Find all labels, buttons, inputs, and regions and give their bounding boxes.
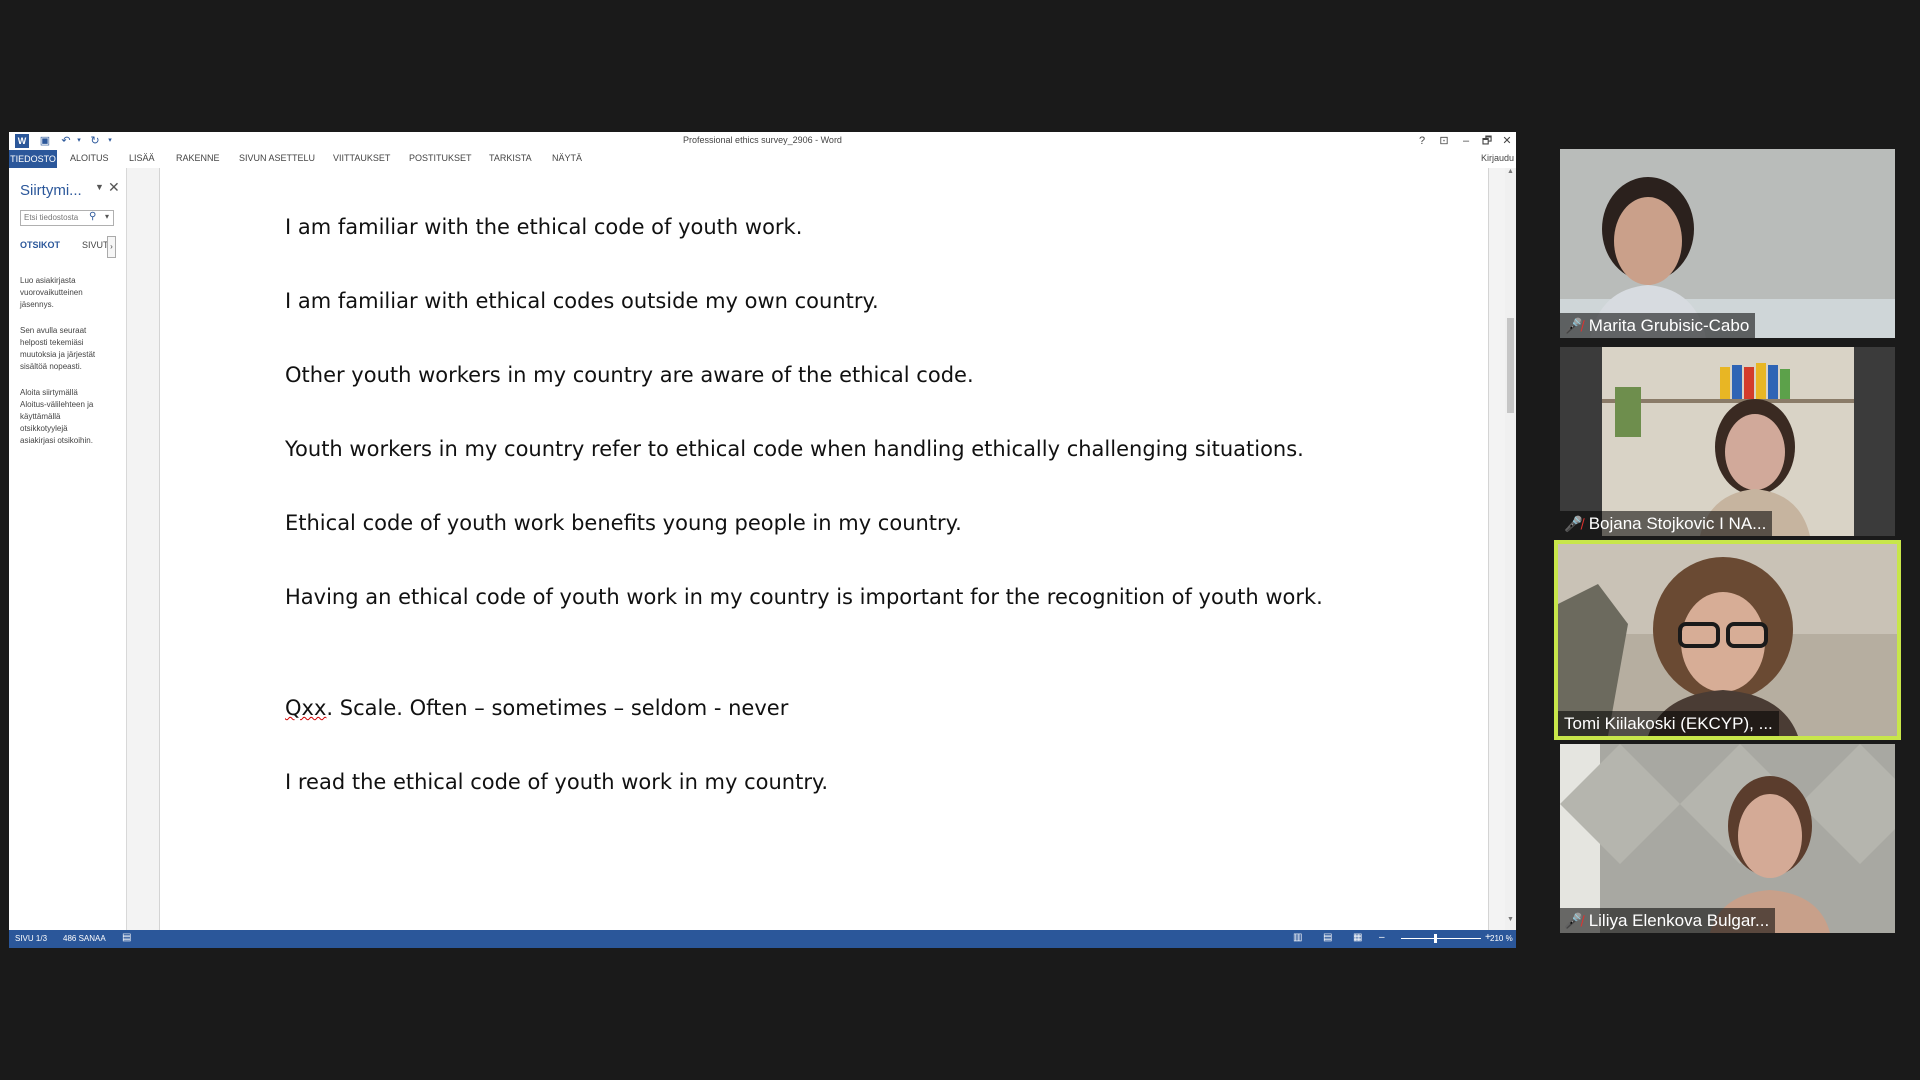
participant-name: Marita Grubisic-Cabo — [1588, 316, 1750, 335]
nav-help-text-2: Sen avulla seuraat helposti tekemiäsi mu… — [20, 325, 120, 373]
word-count[interactable]: 486 SANAA — [63, 934, 106, 943]
page-count[interactable]: SIVU 1/3 — [15, 934, 47, 943]
participant-tile[interactable]: 🎤̸ Marita Grubisic-Cabo — [1560, 149, 1895, 338]
nav-help-line: Luo asiakirjasta — [20, 276, 76, 285]
search-icon[interactable]: ⚲ — [89, 211, 96, 222]
doc-line[interactable]: Other youth workers in my country are aw… — [285, 363, 974, 387]
document-area: I am familiar with the ethical code of y… — [127, 168, 1516, 930]
zoom-out-icon[interactable]: – — [1379, 932, 1385, 943]
nav-help-line: muutoksia ja järjestät — [20, 350, 96, 359]
vertical-scrollbar[interactable]: ▲ ▼ — [1505, 168, 1516, 930]
close-button[interactable]: ✕ — [1496, 133, 1518, 149]
help-button[interactable]: ? — [1411, 133, 1433, 149]
web-layout-icon[interactable]: ▦ — [1353, 932, 1362, 943]
nav-help-line: otsikkotyylejä — [20, 424, 68, 433]
nav-help-line: jäsennys. — [20, 300, 54, 309]
scroll-down-icon[interactable]: ▼ — [1505, 916, 1516, 928]
navigation-pane: Siirtymi... ▼ ✕ Etsi tiedostosta ⚲ ▾ OTS… — [9, 168, 127, 930]
participant-name: Bojana Stojkovic I NA... — [1588, 514, 1767, 533]
tab-review[interactable]: TARKISTA — [489, 153, 532, 163]
restore-button[interactable]: 🗗 — [1476, 133, 1498, 149]
spelling-error-word[interactable]: Qxx — [285, 696, 326, 720]
nav-tab-headings[interactable]: OTSIKOT — [20, 240, 60, 250]
ribbon-tabs: TIEDOSTO ALOITUS LISÄÄ RAKENNE SIVUN ASE… — [9, 150, 1516, 168]
nav-tab-pages[interactable]: SIVUT — [82, 240, 109, 250]
participant-name-plate: 🎤̸ Marita Grubisic-Cabo — [1560, 313, 1756, 338]
participant-video — [1560, 347, 1895, 536]
status-bar: SIVU 1/3 486 SANAA ▤ ▥ ▤ ▦ – + 210 % — [9, 930, 1516, 948]
scroll-up-icon[interactable]: ▲ — [1505, 168, 1516, 180]
participant-video — [1560, 744, 1895, 933]
nav-help-line: käyttämällä — [20, 412, 61, 421]
nav-help-text-3: Aloita siirtymällä Aloitus-välilehteen j… — [20, 387, 120, 447]
zoom-level[interactable]: 210 % — [1490, 934, 1513, 943]
muted-mic-icon: 🎤̸ — [1564, 516, 1583, 533]
chevron-right-icon[interactable]: › — [107, 236, 116, 258]
doc-line[interactable]: I read the ethical code of youth work in… — [285, 770, 828, 794]
participant-tile[interactable]: 🎤̸ Liliya Elenkova Bulgar... — [1560, 744, 1895, 933]
participant-name: Liliya Elenkova Bulgar... — [1588, 911, 1770, 930]
tab-layout[interactable]: SIVUN ASETTELU — [239, 153, 315, 163]
tab-mailings[interactable]: POSTITUKSET — [409, 153, 472, 163]
doc-line[interactable]: Ethical code of youth work benefits youn… — [285, 511, 962, 535]
title-bar: W ▣ ↶ ▾ ↻ ▾ Professional ethics survey_2… — [9, 132, 1516, 150]
close-icon[interactable]: ✕ — [108, 179, 120, 196]
nav-help-line: sisältöä nopeasti. — [20, 362, 82, 371]
muted-mic-icon: 🎤̸ — [1564, 913, 1583, 930]
question-text: . Scale. Often – sometimes – seldom - ne… — [326, 696, 789, 720]
muted-mic-icon: 🎤̸ — [1564, 318, 1583, 335]
print-layout-icon[interactable]: ▤ — [1323, 932, 1332, 943]
tab-view[interactable]: NÄYTÄ — [552, 153, 582, 163]
participant-name-plate: 🎤̸ Liliya Elenkova Bulgar... — [1560, 908, 1776, 933]
zoom-slider[interactable] — [1401, 938, 1481, 939]
chevron-down-icon[interactable]: ▾ — [105, 212, 109, 221]
nav-help-line: Aloita siirtymällä — [20, 388, 78, 397]
nav-help-line: Aloitus-välilehteen ja — [20, 400, 94, 409]
search-placeholder: Etsi tiedostosta — [24, 213, 79, 222]
sign-in-link[interactable]: Kirjaudu — [1481, 153, 1514, 163]
tab-references[interactable]: VIITTAUKSET — [333, 153, 390, 163]
nav-search-input[interactable]: Etsi tiedostosta ⚲ ▾ — [20, 210, 114, 226]
scrollbar-thumb[interactable] — [1507, 318, 1514, 413]
participant-tile[interactable]: 🎤̸ Bojana Stojkovic I NA... — [1560, 347, 1895, 536]
nav-pane-title: Siirtymi... — [20, 182, 82, 199]
participant-name: Tomi Kiilakoski (EKCYP), ... — [1564, 714, 1773, 733]
nav-help-line: vuorovaikutteinen — [20, 288, 83, 297]
nav-help-text-1: Luo asiakirjasta vuorovaikutteinen jäsen… — [20, 275, 120, 311]
zoom-slider-thumb[interactable] — [1433, 934, 1437, 943]
nav-help-line: helposti tekemiäsi — [20, 338, 84, 347]
tab-file[interactable]: TIEDOSTO — [9, 150, 57, 168]
participant-name-plate: 🎤̸ Bojana Stojkovic I NA... — [1560, 511, 1773, 536]
proofing-icon[interactable]: ▤ — [122, 932, 131, 943]
participant-tile-active-speaker[interactable]: Tomi Kiilakoski (EKCYP), ... — [1554, 540, 1901, 740]
nav-options-icon[interactable]: ▼ — [95, 182, 104, 192]
ribbon-display-button[interactable]: ⊡ — [1433, 133, 1455, 149]
participant-name-plate: Tomi Kiilakoski (EKCYP), ... — [1558, 711, 1779, 736]
doc-line[interactable]: I am familiar with ethical codes outside… — [285, 289, 879, 313]
doc-line[interactable]: Youth workers in my country refer to eth… — [285, 437, 1304, 461]
word-window: W ▣ ↶ ▾ ↻ ▾ Professional ethics survey_2… — [9, 132, 1516, 948]
minimize-button[interactable]: – — [1455, 133, 1477, 149]
participant-video — [1560, 149, 1895, 338]
read-mode-icon[interactable]: ▥ — [1293, 932, 1302, 943]
participant-video — [1558, 544, 1897, 736]
nav-help-line: asiakirjasi otsikoihin. — [20, 436, 93, 445]
document-title: Professional ethics survey_2906 - Word — [683, 135, 842, 145]
tab-design[interactable]: RAKENNE — [176, 153, 220, 163]
tab-insert[interactable]: LISÄÄ — [129, 153, 155, 163]
nav-help-line: Sen avulla seuraat — [20, 326, 87, 335]
doc-line[interactable]: I am familiar with the ethical code of y… — [285, 215, 802, 239]
document-page[interactable]: I am familiar with the ethical code of y… — [159, 168, 1489, 930]
tab-home[interactable]: ALOITUS — [70, 153, 109, 163]
doc-question-line[interactable]: Qxx. Scale. Often – sometimes – seldom -… — [285, 696, 788, 720]
doc-line[interactable]: Having an ethical code of youth work in … — [285, 585, 1323, 609]
